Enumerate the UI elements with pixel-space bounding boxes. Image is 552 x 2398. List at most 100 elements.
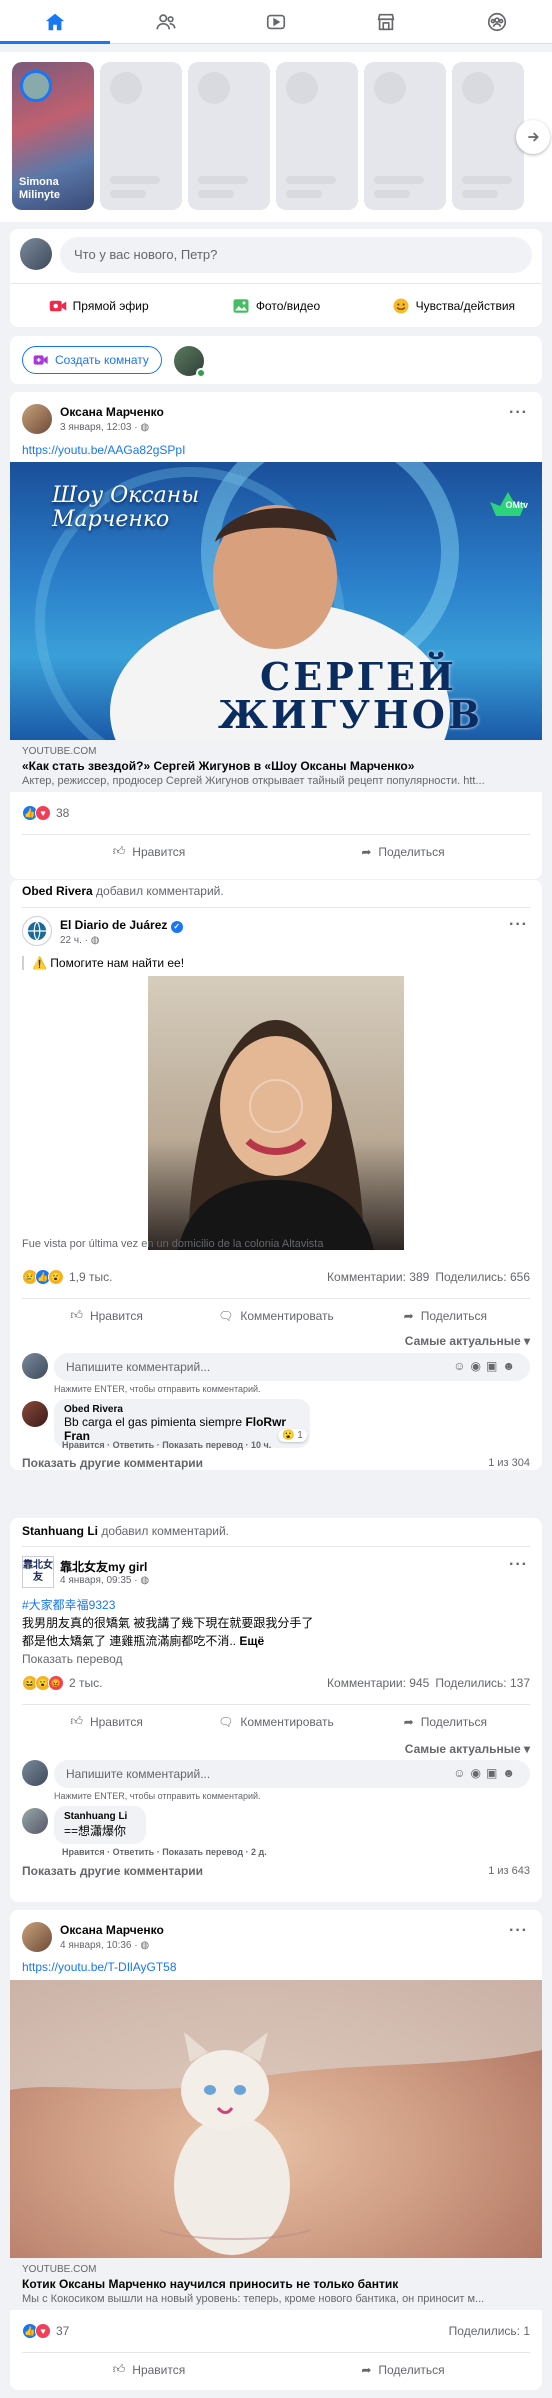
caret-down-icon: ▾: [523, 1334, 530, 1348]
comment-button[interactable]: 🗨︎ Комментировать: [191, 1705, 360, 1738]
reactions-summary[interactable]: 😆 😮 😡 2 тыс. Комментарии: 945 Поделились: …: [22, 1672, 530, 1694]
post-photo[interactable]: [148, 976, 404, 1250]
comment-bubble: Stanhuang Li ==想瀟爆你: [54, 1806, 146, 1844]
share-button[interactable]: ➦ Поделиться: [361, 1705, 530, 1738]
feeling-button[interactable]: Чувства/действия: [365, 284, 542, 327]
tab-watch[interactable]: [221, 0, 331, 43]
smile-icon: [393, 298, 409, 313]
link-preview-meta[interactable]: YOUTUBE.COM «Как стать звездой?» Сергей …: [10, 740, 542, 792]
sticker-icon[interactable]: ☻: [502, 1359, 520, 1373]
activity-line: Obed Rivera добавил комментарий.: [22, 884, 224, 898]
page-name[interactable]: El Diario de Juárez: [60, 918, 167, 932]
sticker-icon[interactable]: ☻: [502, 1766, 520, 1780]
share-count[interactable]: Поделились: 137: [435, 1676, 530, 1690]
link-preview-image[interactable]: Шоу Оксаны Марченко OMtv СЕРГЕЙ ЖИГУНОВ: [10, 462, 542, 740]
like-button[interactable]: 👍︎ Нравится: [22, 835, 276, 868]
comment-actions[interactable]: Нравится · Ответить · Показать перевод ·…: [62, 1440, 271, 1450]
activity-line: Stanhuang Li добавил комментарий.: [22, 1524, 229, 1538]
share-button[interactable]: ➦ Поделиться: [361, 1299, 530, 1332]
like-button[interactable]: 👍︎ Нравится: [22, 2353, 276, 2386]
post-author[interactable]: Оксана Марченко: [60, 1923, 164, 1937]
love-reaction-icon: ♥: [35, 2323, 51, 2339]
post-time[interactable]: 4 января, 10:36 ·: [60, 1940, 140, 1951]
link-source: YOUTUBE.COM: [22, 746, 97, 757]
reactions-summary[interactable]: 👍 ♥ 37 Поделились: 1: [22, 2320, 530, 2342]
link-preview-meta[interactable]: YOUTUBE.COM Котик Оксаны Марченко научил…: [10, 2258, 542, 2310]
see-more-link[interactable]: Ещё: [239, 1634, 264, 1648]
more-options-icon[interactable]: ···: [509, 1922, 528, 1940]
activity-text: добавил комментарий.: [96, 884, 224, 898]
post-time[interactable]: 22 ч. ·: [60, 935, 91, 946]
show-more-comments[interactable]: Показать другие комментарии: [22, 1864, 203, 1878]
photo-video-button[interactable]: Фото/видео: [187, 284, 364, 327]
link-preview-image[interactable]: [10, 1980, 542, 2258]
share-count[interactable]: Поделились: 656: [435, 1270, 530, 1284]
show-more-comments[interactable]: Показать другие комментарии: [22, 1456, 203, 1470]
avatar: [22, 1760, 48, 1786]
activity-user[interactable]: Stanhuang Li: [22, 1524, 98, 1538]
share-icon: ➦: [361, 844, 372, 859]
page-avatar[interactable]: [22, 916, 52, 946]
tab-home[interactable]: [0, 0, 111, 44]
post-time[interactable]: 3 января, 12:03 ·: [60, 422, 140, 433]
gif-icon[interactable]: ▣: [486, 1766, 502, 1780]
story-card[interactable]: Simona Milinyte: [12, 62, 94, 210]
comment-reaction[interactable]: 😮 1: [278, 1429, 307, 1442]
post-link[interactable]: https://youtu.be/AAGa82gSPpI: [22, 443, 185, 457]
camera-icon[interactable]: ◉: [471, 1359, 486, 1373]
avatar[interactable]: [22, 404, 52, 434]
post-author[interactable]: Оксана Марченко: [60, 405, 164, 419]
camera-icon[interactable]: ◉: [471, 1766, 486, 1780]
post-actions: 👍︎ Нравится ➦ Поделиться: [22, 834, 530, 868]
show-translation[interactable]: Показать перевод: [22, 1652, 123, 1666]
comment-count[interactable]: Комментарии: 945: [327, 1676, 429, 1690]
share-icon: ➦: [361, 2362, 372, 2377]
comment-tools: ☺◉▣☻: [453, 1766, 520, 1780]
comment-text: Bb carga el gas pimienta siempre: [64, 1415, 246, 1429]
tab-groups[interactable]: [442, 0, 552, 43]
create-room-button[interactable]: Создать комнату: [22, 346, 162, 374]
reaction-count: 2 тыс.: [69, 1676, 103, 1690]
emoji-icon[interactable]: ☺: [453, 1359, 470, 1373]
post-link[interactable]: https://youtu.be/T-DIlAyGT58: [22, 1960, 177, 1974]
tab-marketplace[interactable]: [331, 0, 441, 43]
share-button[interactable]: ➦ Поделиться: [276, 835, 530, 868]
more-options-icon[interactable]: ···: [509, 1556, 528, 1574]
avatar[interactable]: [22, 1808, 48, 1834]
avatar[interactable]: [22, 1922, 52, 1952]
reaction-count: 1,9 тыс.: [69, 1270, 113, 1284]
comment-pager: 1 из 643: [488, 1865, 530, 1877]
thumbs-up-icon: 👍︎: [70, 1714, 83, 1728]
post-time[interactable]: 4 января, 09:35 ·: [60, 1575, 140, 1586]
stories-next-button[interactable]: [516, 120, 550, 154]
share-count[interactable]: Поделились: 1: [449, 2324, 530, 2338]
story-placeholder: [188, 62, 270, 210]
comment-count[interactable]: Комментарии: 389: [327, 1270, 429, 1284]
comment-author[interactable]: Obed Rivera: [64, 1404, 300, 1415]
tab-friends[interactable]: [110, 0, 220, 43]
like-button[interactable]: 👍︎ Нравится: [22, 1705, 191, 1738]
live-button[interactable]: Прямой эфир: [10, 284, 187, 327]
activity-user[interactable]: Obed Rivera: [22, 884, 93, 898]
like-button[interactable]: 👍︎ Нравится: [22, 1299, 191, 1332]
share-button[interactable]: ➦ Поделиться: [276, 2353, 530, 2386]
comment-author[interactable]: Stanhuang Li: [64, 1811, 136, 1822]
comment-sort[interactable]: Самые актуальные ▾: [405, 1334, 530, 1348]
page-logo[interactable]: 靠北女友: [22, 1556, 54, 1588]
comment-actions[interactable]: Нравится · Ответить · Показать перевод ·…: [62, 1847, 267, 1857]
share-label: Поделиться: [378, 844, 445, 859]
reactions-summary[interactable]: 👍 ♥ 38: [22, 802, 530, 824]
more-options-icon[interactable]: ···: [509, 916, 528, 934]
avatar[interactable]: [22, 1401, 48, 1427]
more-options-icon[interactable]: ···: [509, 404, 528, 422]
hashtag[interactable]: #大家都幸福9323: [22, 1596, 115, 1613]
comment-sort[interactable]: Самые актуальные ▾: [405, 1742, 530, 1756]
page-name[interactable]: 靠北女友my girl: [60, 1558, 147, 1575]
emoji-icon[interactable]: ☺: [453, 1766, 470, 1780]
post-input[interactable]: Что у вас нового, Петр?: [60, 237, 532, 273]
angry-reaction-icon: 😡: [48, 1675, 64, 1691]
thumbs-up-icon: 👍︎: [70, 1308, 83, 1322]
gif-icon[interactable]: ▣: [486, 1359, 502, 1373]
comment-button[interactable]: 🗨︎ Комментировать: [191, 1299, 360, 1332]
reactions-summary[interactable]: 😢 👍 😮 1,9 тыс. Комментарии: 389 Поделились…: [22, 1266, 530, 1288]
